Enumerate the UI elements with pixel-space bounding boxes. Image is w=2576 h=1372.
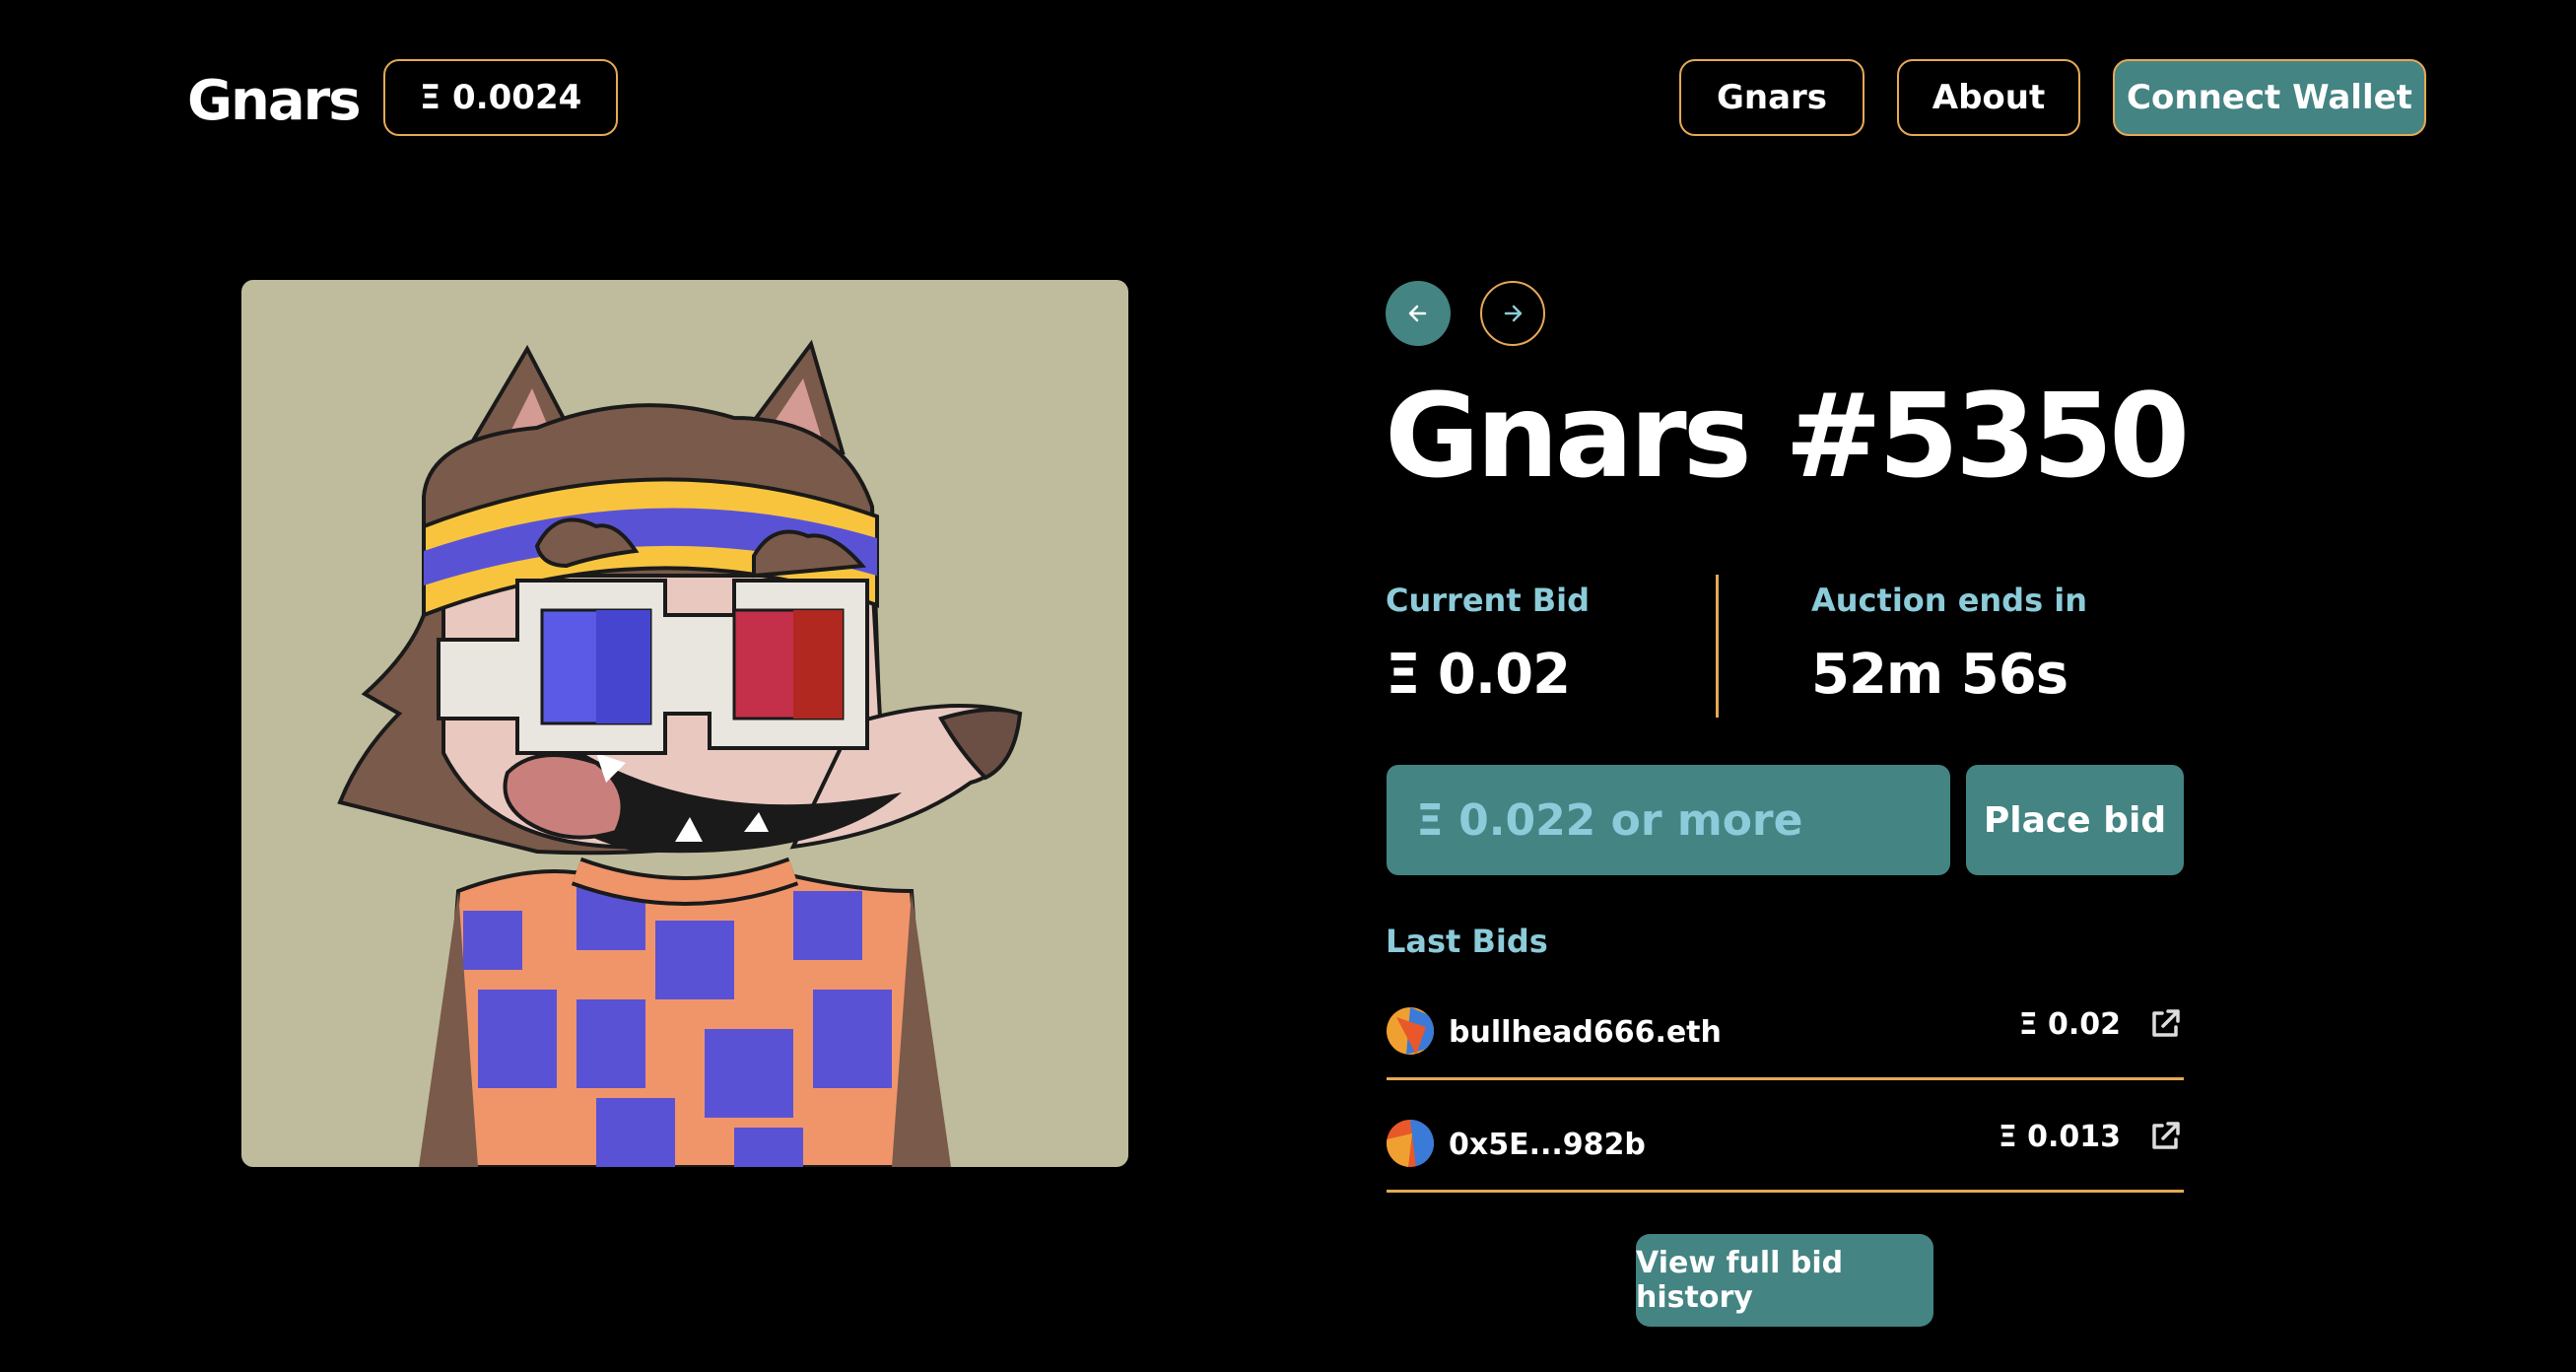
- bid-row: bullhead666.eth Ξ 0.02: [1387, 986, 2184, 1080]
- bidder-name[interactable]: bullhead666.eth: [1449, 1015, 1722, 1050]
- site-logo[interactable]: Gnars: [187, 69, 362, 133]
- last-bids-title: Last Bids: [1386, 923, 1548, 960]
- arrow-right-icon: [1504, 305, 1523, 322]
- bidder-name[interactable]: 0x5E...982b: [1449, 1128, 1646, 1162]
- bid-row: 0x5E...982b Ξ 0.013: [1387, 1098, 2184, 1193]
- prev-auction-button[interactable]: [1386, 281, 1451, 346]
- stats-divider: [1716, 575, 1719, 718]
- arrow-left-icon: [1408, 305, 1427, 322]
- place-bid-button[interactable]: Place bid: [1966, 765, 2184, 875]
- nav-gnars-button[interactable]: Gnars: [1679, 59, 1864, 136]
- external-link-icon[interactable]: [2146, 1118, 2184, 1155]
- external-link-icon[interactable]: [2146, 1005, 2184, 1043]
- current-bid-label: Current Bid: [1386, 582, 1591, 619]
- nav-about-button[interactable]: About: [1897, 59, 2080, 136]
- bidder-avatar: [1387, 1120, 1434, 1167]
- auction-ends-label: Auction ends in: [1811, 582, 2088, 619]
- bidder-avatar: [1387, 1007, 1434, 1055]
- bid-amount-input[interactable]: [1387, 765, 1950, 875]
- bid-amount: Ξ 0.02: [2018, 1007, 2121, 1042]
- next-auction-button[interactable]: [1480, 281, 1545, 346]
- treasury-balance[interactable]: Ξ 0.0024: [383, 59, 618, 136]
- nft-image: [241, 280, 1128, 1167]
- bid-amount: Ξ 0.013: [1998, 1120, 2121, 1154]
- auction-countdown: 52m 56s: [1811, 643, 2068, 707]
- connect-wallet-button[interactable]: Connect Wallet: [2113, 59, 2426, 136]
- auction-title: Gnars #5350: [1385, 368, 2190, 504]
- current-bid-value: Ξ 0.02: [1386, 643, 1571, 707]
- view-bid-history-button[interactable]: View full bid history: [1636, 1234, 1933, 1327]
